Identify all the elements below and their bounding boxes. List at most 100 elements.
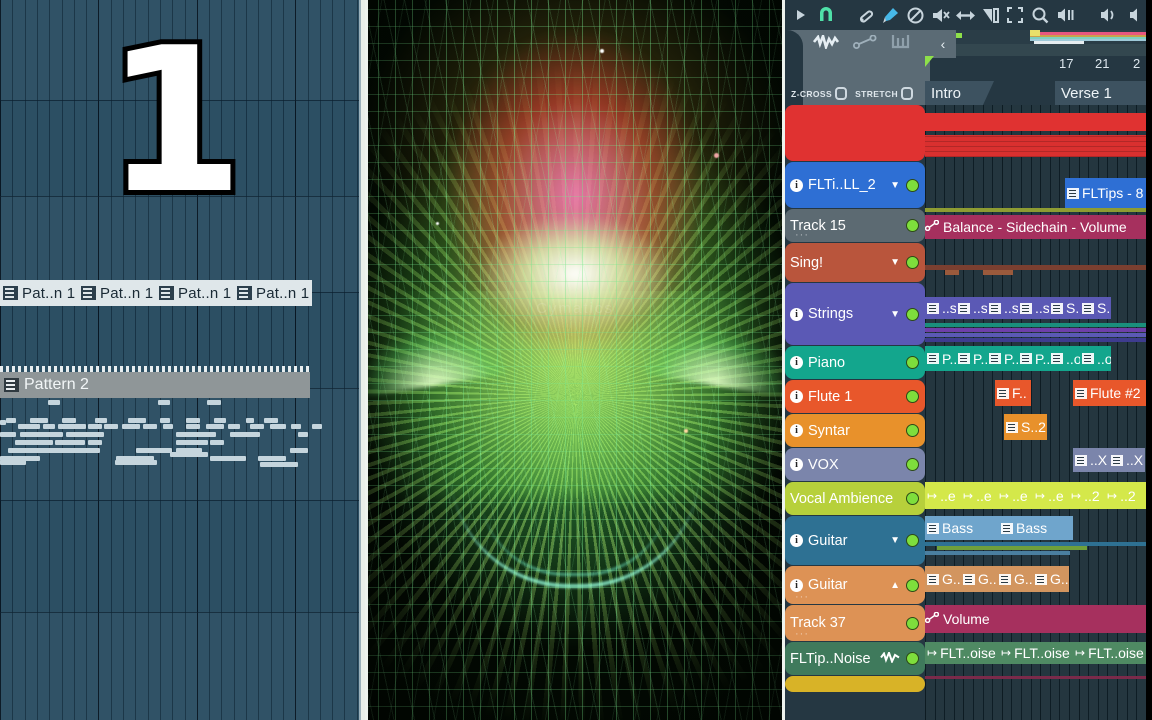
note-block[interactable]: [55, 440, 85, 445]
note-block[interactable]: [143, 424, 157, 429]
playlist-clip[interactable]: ..X: [1073, 448, 1109, 472]
track-enable-led[interactable]: [906, 534, 919, 547]
playlist-clip[interactable]: ↦ ..e: [925, 482, 961, 509]
playlist-clip[interactable]: ↦ FLT..oise: [999, 642, 1073, 664]
track-header-flti-ll-2[interactable]: i FLTi..LL_2 ▼: [785, 162, 925, 208]
note-block[interactable]: [298, 432, 308, 437]
tool-header-toggles[interactable]: Z-CROSS STRETCH: [791, 87, 914, 100]
playlist-clip[interactable]: Bass: [999, 516, 1073, 540]
zoom-icon[interactable]: [1028, 1, 1053, 29]
note-block[interactable]: [176, 440, 208, 445]
playlist-clip[interactable]: S..2: [1004, 414, 1047, 440]
chevron-down-icon[interactable]: ▼: [890, 535, 900, 546]
chevron-up-icon[interactable]: ▲: [890, 580, 900, 591]
pattern-clip[interactable]: Pat..n 1: [234, 280, 312, 306]
track-enable-led[interactable]: [906, 219, 919, 232]
note-block[interactable]: [160, 418, 170, 423]
note-block[interactable]: [214, 418, 226, 423]
note-block[interactable]: [88, 424, 102, 429]
note-block[interactable]: [88, 440, 102, 445]
playlist-clip[interactable]: P..: [925, 346, 956, 371]
playlist-clip[interactable]: ↦ ..e: [1033, 482, 1069, 509]
track-overflow-dots[interactable]: ···: [795, 229, 809, 241]
note-block[interactable]: [163, 424, 173, 429]
note-block[interactable]: [95, 418, 107, 423]
note-block[interactable]: [8, 448, 100, 453]
note-block[interactable]: [210, 456, 246, 461]
note-block[interactable]: [58, 448, 84, 453]
chevron-down-icon[interactable]: ▼: [890, 180, 900, 191]
playlist-clip[interactable]: P..: [1018, 346, 1049, 371]
note-block[interactable]: [196, 432, 216, 437]
playlist-clip[interactable]: F..: [995, 380, 1031, 406]
playlist-clip[interactable]: ..s: [956, 297, 987, 319]
info-icon[interactable]: i: [790, 424, 803, 437]
track-enable-led[interactable]: [906, 652, 919, 665]
red-pattern-block[interactable]: [925, 113, 1146, 131]
track-enable-led[interactable]: [906, 307, 919, 321]
note-block[interactable]: [260, 462, 298, 467]
note-block[interactable]: [264, 418, 278, 423]
slide-icon[interactable]: [953, 1, 978, 29]
note-block[interactable]: [210, 440, 224, 445]
panel-fl-studio[interactable]: Z-CROSS STRETCH ‹ Intro Verse 1 17 21 2 …: [785, 0, 1146, 720]
playlist-clip[interactable]: P..: [956, 346, 987, 371]
note-block[interactable]: [270, 424, 286, 429]
waveform-icon[interactable]: [812, 31, 840, 54]
note-block[interactable]: [0, 460, 26, 465]
grid-icon[interactable]: [891, 34, 910, 54]
track-header-vocal-ambience[interactable]: Vocal Ambience: [785, 482, 925, 515]
playlist-clip[interactable]: S..: [1049, 297, 1080, 319]
track-header-guitar[interactable]: i Guitar ▲ ···: [785, 566, 925, 604]
note-block[interactable]: [47, 432, 63, 437]
playlist-clip[interactable]: ..s: [987, 297, 1018, 319]
playlist-clip[interactable]: ↦ ..e: [961, 482, 997, 509]
note-block[interactable]: [291, 424, 301, 429]
playlist-clip[interactable]: ..o: [1080, 346, 1111, 371]
track-enable-led[interactable]: [906, 390, 919, 403]
track-header-14[interactable]: [785, 676, 925, 692]
note-block[interactable]: [43, 424, 55, 429]
playlist-toolbar[interactable]: [785, 0, 1146, 30]
play-arrow-icon[interactable]: [789, 1, 814, 29]
note-block[interactable]: [128, 418, 146, 423]
note-block[interactable]: [170, 452, 208, 457]
back-button[interactable]: ‹: [930, 30, 956, 58]
note-block[interactable]: [122, 424, 140, 429]
note-block[interactable]: [228, 424, 240, 429]
note-block[interactable]: [30, 418, 48, 423]
paint-brush-icon[interactable]: [878, 1, 903, 29]
panel-piano-roll[interactable]: Pat..n 1 Pat..n 1 Pat..n 1 Pat..n 1 Pattern…: [0, 0, 365, 720]
track-header-flute-1[interactable]: i Flute 1: [785, 380, 925, 413]
track-overflow-dots[interactable]: ···: [795, 628, 809, 640]
slice-icon[interactable]: [978, 1, 1003, 29]
note-block[interactable]: [206, 424, 224, 429]
note-block[interactable]: [0, 432, 16, 437]
playlist-clip[interactable]: Volume: [925, 605, 1146, 633]
pattern-clip[interactable]: Pat..n 1: [0, 280, 78, 306]
track-enable-led[interactable]: [906, 458, 919, 471]
track-enable-led[interactable]: [906, 178, 919, 192]
track-enable-led[interactable]: [906, 424, 919, 437]
playlist-clip[interactable]: ↦ FLT..oise: [1073, 642, 1146, 664]
note-block[interactable]: [104, 424, 118, 429]
note-block[interactable]: [158, 400, 170, 405]
track-enable-led[interactable]: [906, 492, 919, 505]
playlist-clip[interactable]: G..: [961, 566, 997, 592]
playlist-clip[interactable]: G..: [1033, 566, 1069, 592]
automation-icon[interactable]: [853, 34, 877, 54]
track-enable-led[interactable]: [906, 616, 919, 630]
z-cross-knob[interactable]: [835, 87, 848, 100]
note-block[interactable]: [230, 432, 260, 437]
track-overflow-dots[interactable]: ···: [795, 591, 809, 603]
note-block[interactable]: [186, 418, 200, 423]
playlist-clip-layer[interactable]: FLTips - 8 Balance - Sidechain - Volume..…: [925, 105, 1146, 720]
note-block[interactable]: [115, 460, 157, 465]
track-header-guitar[interactable]: i Guitar ▼: [785, 516, 925, 565]
note-block[interactable]: [0, 420, 6, 425]
info-icon[interactable]: i: [790, 307, 803, 321]
track-enable-led[interactable]: [906, 578, 919, 592]
playlist-clip[interactable]: P..: [987, 346, 1018, 371]
note-block[interactable]: [258, 456, 286, 461]
note-block[interactable]: [15, 440, 53, 445]
